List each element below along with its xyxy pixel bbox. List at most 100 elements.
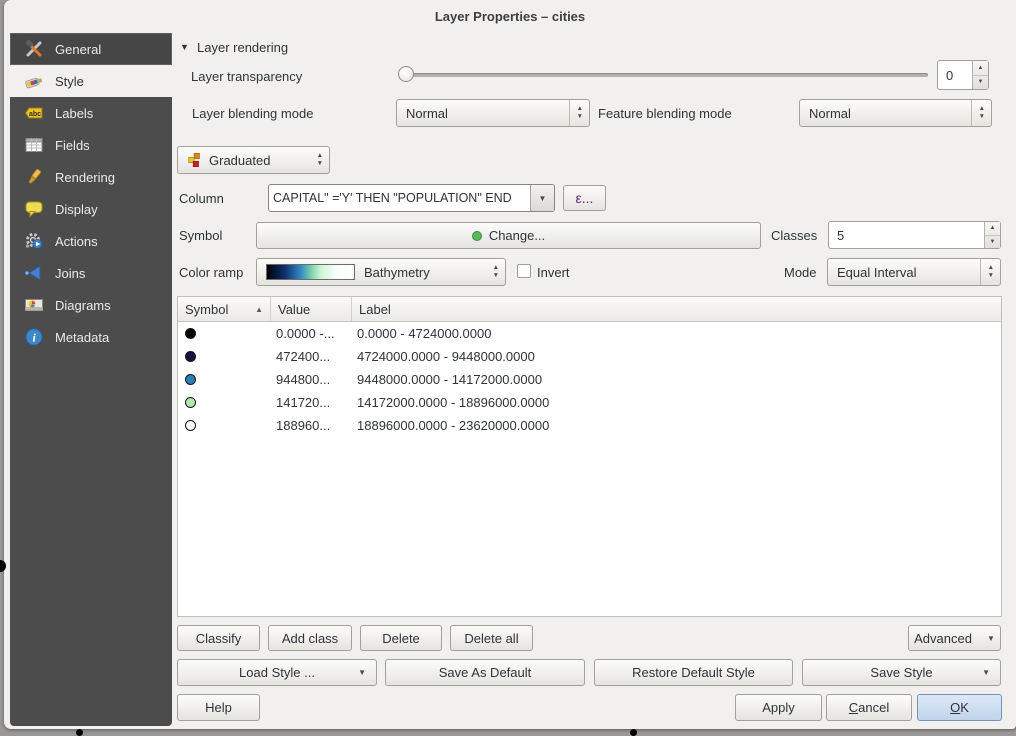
delete-all-button[interactable]: Delete all [450,625,533,651]
feature-blend-combo[interactable]: Normal ▲▼ [799,99,992,127]
ok-button[interactable]: OK [917,694,1002,721]
restore-default-style-button[interactable]: Restore Default Style [594,659,793,686]
class-value-cell[interactable]: 472400... [271,349,352,364]
class-value-cell[interactable]: 944800... [271,372,352,387]
color-ramp-label: Color ramp [179,265,243,280]
sidebar-item-label: Metadata [55,330,109,345]
window-title: Layer Properties – cities [4,0,1016,33]
class-row[interactable]: 472400... 4724000.0000 - 9448000.0000 [178,345,1001,368]
sidebar-item-label: Fields [55,138,90,153]
table-icon [23,135,44,156]
spinner-arrows-icon: ▲▼ [569,100,583,126]
class-row[interactable]: 0.0000 -... 0.0000 - 4724000.0000 [178,322,1001,345]
apply-button[interactable]: Apply [735,694,822,721]
graduated-icon [187,150,203,171]
value-column-header[interactable]: Value [271,297,352,321]
spinner-arrows-icon: ▲▼ [486,259,499,285]
sidebar-item-label: Style [55,74,84,89]
dropdown-arrow-icon[interactable]: ▼ [530,185,554,211]
delete-button[interactable]: Delete [360,625,442,651]
mode-label: Mode [784,265,817,280]
sidebar-item-diagrams[interactable]: Diagrams [10,289,172,321]
brush-icon [23,167,44,188]
class-value-cell[interactable]: 0.0000 -... [271,326,352,341]
sidebar-item-joins[interactable]: Joins [10,257,172,289]
cancel-button[interactable]: Cancel [826,694,912,721]
sidebar-item-labels[interactable]: abc Labels [10,97,172,129]
dropdown-arrow-icon: ▼ [982,668,990,677]
column-combobox[interactable]: CAPITAL" ='Y' THEN "POPULATION" END ▼ [268,184,555,212]
classes-spinbox[interactable]: 5 ▲▼ [828,221,1001,249]
collapse-arrow-icon[interactable]: ▼ [180,42,189,52]
help-button[interactable]: Help [177,694,260,721]
transparency-value[interactable]: 0 [938,61,972,89]
class-symbol-dot[interactable] [185,374,196,385]
sidebar-item-label: Joins [55,266,85,281]
spinbox-arrows-icon[interactable]: ▲▼ [984,222,1000,248]
sidebar-item-actions[interactable]: Actions [10,225,172,257]
save-as-default-button[interactable]: Save As Default [385,659,585,686]
sidebar-item-style[interactable]: Style [10,65,172,97]
sidebar-item-metadata[interactable]: i Metadata [10,321,172,353]
mode-combo[interactable]: Equal Interval ▲▼ [827,258,1001,286]
slider-groove[interactable] [398,73,928,77]
class-row[interactable]: 944800... 9448000.0000 - 14172000.0000 [178,368,1001,391]
add-class-button[interactable]: Add class [268,625,352,651]
dropdown-arrow-icon: ▼ [987,634,995,643]
layer-blend-combo[interactable]: Normal ▲▼ [396,99,590,127]
sidebar-item-label: Display [55,202,98,217]
transparency-spinbox[interactable]: 0 ▲▼ [937,60,989,90]
sidebar-item-rendering[interactable]: Rendering [10,161,172,193]
class-label-cell[interactable]: 14172000.0000 - 18896000.0000 [352,395,1001,410]
layer-blend-label: Layer blending mode [192,106,313,121]
feature-blend-label: Feature blending mode [598,106,732,121]
gear-action-icon [23,231,44,252]
layer-rendering-header[interactable]: Layer rendering [197,40,288,55]
column-expression[interactable]: CAPITAL" ='Y' THEN "POPULATION" END [269,185,530,211]
sidebar-item-label: Diagrams [55,298,111,313]
class-label-cell[interactable]: 0.0000 - 4724000.0000 [352,326,1001,341]
class-row[interactable]: 141720... 14172000.0000 - 18896000.0000 [178,391,1001,414]
class-label-cell[interactable]: 4724000.0000 - 9448000.0000 [352,349,1001,364]
class-symbol-dot[interactable] [185,351,196,362]
classes-table-header: Symbol ▲ Value Label [178,297,1001,322]
class-label-cell[interactable]: 9448000.0000 - 14172000.0000 [352,372,1001,387]
classify-button[interactable]: Classify [177,625,260,651]
sidebar-item-display[interactable]: Display [10,193,172,225]
transparency-label: Layer transparency [191,69,302,84]
spinner-arrows-icon: ▲▼ [980,259,994,285]
class-value-cell[interactable]: 141720... [271,395,352,410]
symbol-column-header[interactable]: Symbol ▲ [178,297,271,321]
advanced-button[interactable]: Advanced ▼ [908,625,1001,651]
speech-bubble-icon [23,199,44,220]
class-row[interactable]: 188960... 18896000.0000 - 23620000.0000 [178,414,1001,437]
sidebar-item-label: Actions [55,234,98,249]
spinner-arrows-icon: ▲▼ [310,147,323,173]
sidebar-item-general[interactable]: General [10,33,172,65]
slider-handle[interactable] [398,66,414,82]
class-symbol-dot[interactable] [185,420,196,431]
change-symbol-button[interactable]: Change... [256,222,761,249]
class-value-cell[interactable]: 188960... [271,418,352,433]
renderer-combo[interactable]: Graduated ▲▼ [177,146,330,174]
expression-builder-button[interactable]: ε... [563,185,606,211]
sidebar-item-label: Labels [55,106,93,121]
save-style-button[interactable]: Save Style ▼ [802,659,1001,686]
layer-properties-dialog: Layer Properties – cities General [4,0,1016,729]
load-style-button[interactable]: Load Style ... ▼ [177,659,377,686]
classes-value[interactable]: 5 [829,222,984,248]
symbol-label: Symbol [179,228,222,243]
color-ramp-combo[interactable]: Bathymetry ▲▼ [256,258,506,286]
class-symbol-dot[interactable] [185,328,196,339]
spinbox-arrows-icon[interactable]: ▲▼ [972,61,988,89]
label-column-header[interactable]: Label [352,297,1001,321]
join-arrow-icon [23,263,44,284]
classes-label: Classes [771,228,817,243]
info-icon: i [23,327,44,348]
invert-checkbox[interactable] [517,264,531,278]
transparency-slider[interactable] [398,66,928,82]
sidebar: General Style ab [10,33,172,726]
class-label-cell[interactable]: 18896000.0000 - 23620000.0000 [352,418,1001,433]
class-symbol-dot[interactable] [185,397,196,408]
sidebar-item-fields[interactable]: Fields [10,129,172,161]
